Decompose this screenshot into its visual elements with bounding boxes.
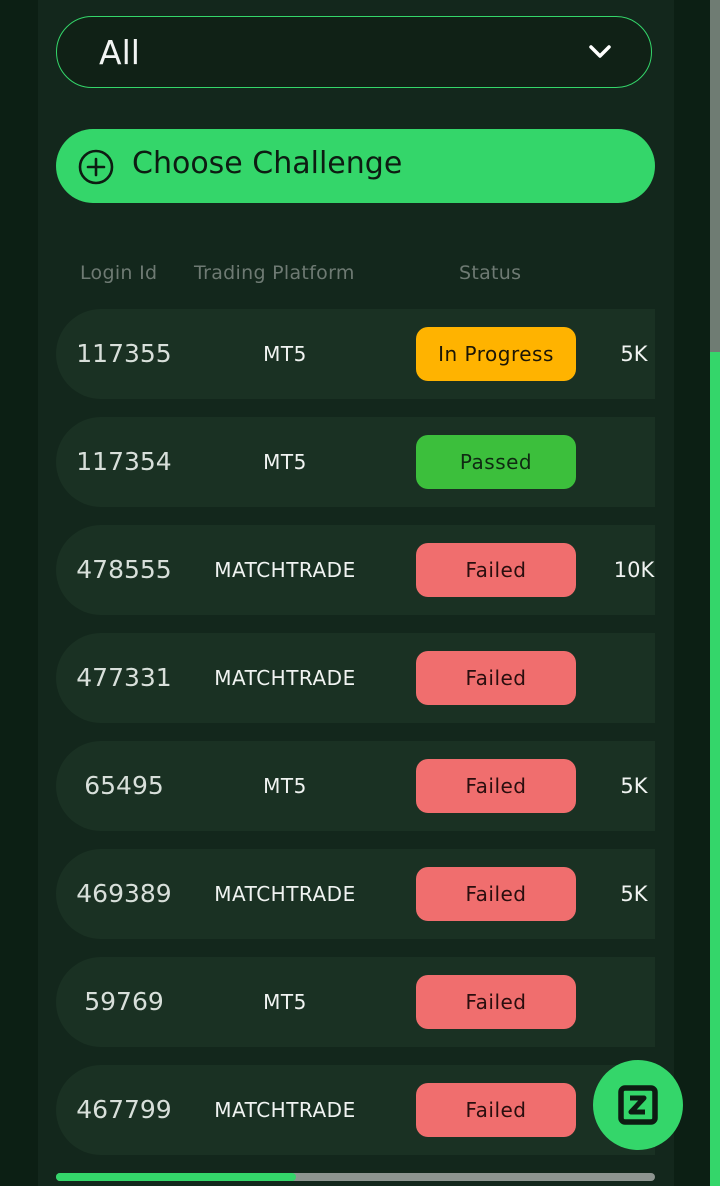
account-size-cell: 5K (620, 774, 648, 798)
status-badge: Failed (416, 543, 576, 597)
login-id-cell: 467799 (76, 1095, 172, 1124)
horizontal-scrollbar-thumb[interactable] (56, 1173, 296, 1181)
account-size-cell: 5K (620, 882, 648, 906)
status-badge: Failed (416, 759, 576, 813)
table-row[interactable]: 65495 MT5 Failed 5K (56, 741, 655, 831)
platform-cell: MATCHTRADE (214, 882, 356, 906)
table-row[interactable]: 467799 MATCHTRADE Failed (56, 1065, 655, 1155)
status-badge: In Progress (416, 327, 576, 381)
login-id-cell: 478555 (76, 555, 172, 584)
table-row[interactable]: 117354 MT5 Passed (56, 417, 655, 507)
table-row[interactable]: 478555 MATCHTRADE Failed 10K (56, 525, 655, 615)
table-row[interactable]: 477331 MATCHTRADE Failed (56, 633, 655, 723)
plus-circle-icon (78, 149, 114, 185)
platform-cell: MT5 (263, 774, 307, 798)
status-badge: Failed (416, 1083, 576, 1137)
platform-cell: MT5 (263, 990, 307, 1014)
header-status: Status (459, 262, 522, 284)
brand-logo-icon (618, 1085, 658, 1125)
chevron-down-icon (589, 45, 611, 58)
platform-cell: MATCHTRADE (214, 666, 356, 690)
platform-cell: MATCHTRADE (214, 1098, 356, 1122)
filter-selected-value: All (99, 33, 140, 72)
login-id-cell: 59769 (84, 987, 164, 1016)
filter-dropdown[interactable]: All (56, 16, 652, 88)
platform-cell: MT5 (263, 450, 307, 474)
login-id-cell: 117355 (76, 339, 172, 368)
status-badge: Failed (416, 867, 576, 921)
choose-challenge-button[interactable]: Choose Challenge (56, 129, 655, 203)
accounts-table-body: 117355 MT5 In Progress 5K 117354 MT5 Passed 478… (56, 309, 655, 1169)
platform-cell: MT5 (263, 342, 307, 366)
table-row[interactable]: 469389 MATCHTRADE Failed 5K (56, 849, 655, 939)
table-row[interactable]: 59769 MT5 Failed (56, 957, 655, 1047)
platform-cell: MATCHTRADE (214, 558, 356, 582)
choose-challenge-label: Choose Challenge (132, 146, 403, 181)
table-row[interactable]: 117355 MT5 In Progress 5K (56, 309, 655, 399)
vertical-scrollbar-thumb[interactable] (710, 0, 720, 352)
header-trading-platform: Trading Platform (194, 262, 355, 284)
floating-action-button[interactable] (593, 1060, 683, 1150)
login-id-cell: 65495 (84, 771, 164, 800)
account-size-cell: 10K (613, 558, 655, 582)
account-size-cell: 5K (620, 342, 648, 366)
status-badge: Passed (416, 435, 576, 489)
login-id-cell: 117354 (76, 447, 172, 476)
status-badge: Failed (416, 975, 576, 1029)
status-badge: Failed (416, 651, 576, 705)
vertical-scrollbar-fill (710, 352, 720, 1186)
login-id-cell: 469389 (76, 879, 172, 908)
header-login-id: Login Id (80, 262, 158, 284)
login-id-cell: 477331 (76, 663, 172, 692)
